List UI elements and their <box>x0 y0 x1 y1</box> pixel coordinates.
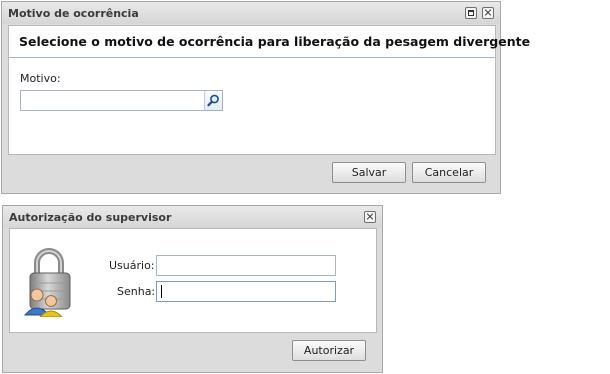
save-button[interactable]: Salvar <box>332 162 406 183</box>
password-field-value <box>164 285 332 299</box>
motivo-heading: Selecione o motivo de ocorrência para li… <box>19 34 531 49</box>
motivo-field-value[interactable] <box>24 94 202 108</box>
user-field-value <box>160 259 332 273</box>
text-cursor <box>161 285 162 298</box>
motivo-label: Motivo: <box>20 72 61 85</box>
motivo-window: Motivo de ocorrência Selecione o motivo … <box>1 1 530 194</box>
password-field[interactable] <box>156 281 336 302</box>
maximize-icon[interactable] <box>465 7 477 19</box>
authorize-button[interactable]: Autorizar <box>292 340 366 361</box>
motivo-window-title: Motivo de ocorrência <box>8 7 139 20</box>
supervisor-panel: Usuário: Senha: <box>9 228 377 333</box>
search-trigger[interactable] <box>204 91 222 110</box>
motivo-field <box>20 90 223 111</box>
cancel-button[interactable]: Cancelar <box>412 162 486 183</box>
heading-divider <box>9 57 495 58</box>
close-icon[interactable] <box>364 211 376 223</box>
supervisor-titlebar[interactable]: Autorização do supervisor <box>3 206 382 228</box>
user-field[interactable] <box>156 255 336 276</box>
supervisor-window: Autorização do supervisor Usuário: Senha… <box>2 205 383 373</box>
close-icon[interactable] <box>482 7 494 19</box>
supervisor-window-title: Autorização do supervisor <box>9 211 172 224</box>
motivo-panel: Selecione o motivo de ocorrência para li… <box>8 25 530 155</box>
search-icon <box>207 94 219 107</box>
user-label: Usuário: <box>109 259 155 272</box>
lock-users-icon <box>23 248 71 317</box>
password-label: Senha: <box>117 285 156 298</box>
motivo-titlebar[interactable]: Motivo de ocorrência <box>2 2 500 24</box>
